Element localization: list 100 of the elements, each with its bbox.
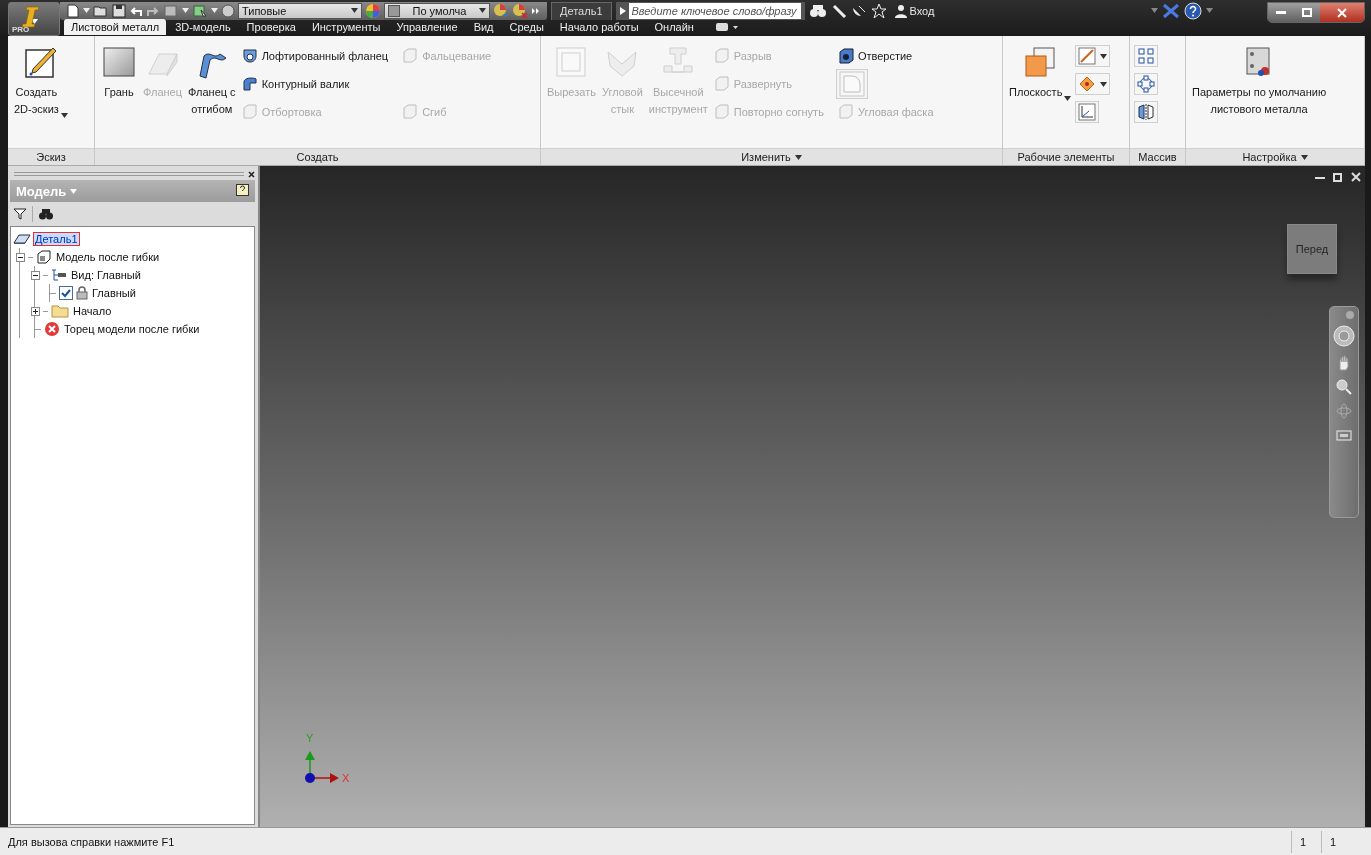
tool-button[interactable]: Лофтированный фланец <box>239 47 391 65</box>
search-icon[interactable] <box>808 3 827 18</box>
rectangular-pattern-icon <box>1137 47 1155 65</box>
pan-icon[interactable] <box>1336 355 1352 371</box>
save-icon[interactable] <box>112 3 126 18</box>
status-field: 1 <box>1291 830 1321 853</box>
color-wheel-icon[interactable] <box>365 2 381 19</box>
group-title: Создать <box>95 148 540 165</box>
panel-icon <box>101 44 137 80</box>
ribbon-tab[interactable]: Вид <box>466 19 501 35</box>
tree-item[interactable]: Начало <box>72 305 113 317</box>
minimize-button[interactable] <box>1268 3 1294 22</box>
style-dropdown[interactable]: Типовые <box>238 2 362 19</box>
tool-button[interactable]: Плоскость <box>1007 40 1074 105</box>
swatch-icon <box>388 4 400 17</box>
search-field[interactable]: Введите ключевое слово/фразу <box>628 2 801 19</box>
close-icon[interactable] <box>248 170 255 178</box>
help-menu-icon <box>1206 8 1213 13</box>
tool-icon <box>837 104 854 120</box>
lofted-flange-icon <box>241 48 258 64</box>
appearance-dropdown[interactable]: По умолча <box>384 2 490 19</box>
help-icon[interactable] <box>1184 1 1202 20</box>
appearance-adjust-icon[interactable] <box>493 2 509 19</box>
tool-icon <box>241 104 258 120</box>
tool-button[interactable]: Фланец с отгибом <box>186 40 238 122</box>
tool-button[interactable]: Параметры по умолчанию листового металла <box>1190 40 1329 122</box>
ribbon-tab[interactable]: Инструменты <box>304 19 388 35</box>
ribbon-tab[interactable]: Среды <box>502 19 551 35</box>
caret-icon <box>1100 81 1108 87</box>
icon-button[interactable] <box>1134 101 1158 123</box>
close-button[interactable] <box>1320 3 1364 22</box>
ribbon-tab[interactable]: Начало работы <box>552 19 646 35</box>
material-sphere-icon[interactable] <box>221 3 235 18</box>
sign-in-menu-icon <box>1151 8 1158 13</box>
tool-button[interactable]: Грань <box>99 40 139 105</box>
tree-item[interactable]: Главный <box>91 287 137 299</box>
collapse-icon[interactable] <box>16 252 25 262</box>
tool-icon <box>713 76 730 92</box>
checkbox[interactable] <box>59 286 73 300</box>
icon-button[interactable] <box>1134 73 1158 95</box>
axis-label: Y <box>306 732 314 744</box>
corner-round-icon <box>838 71 865 97</box>
icon-button[interactable] <box>1134 45 1158 67</box>
ribbon-tab[interactable]: Листовой металл <box>64 19 167 35</box>
caret-icon <box>794 154 802 160</box>
tool-button[interactable]: Создать 2D-эскиз <box>12 40 70 122</box>
ribbon-tab[interactable]: Онлайн <box>647 19 701 35</box>
caret-icon <box>479 8 486 13</box>
axis-label: X <box>342 772 350 784</box>
appearance-clear-icon[interactable] <box>512 2 528 19</box>
model-icon <box>36 250 52 264</box>
group-title: Эскиз <box>8 148 94 165</box>
filter-icon[interactable] <box>14 208 26 220</box>
more-icon[interactable] <box>531 6 541 15</box>
tool-button[interactable]: Контурный валик <box>239 75 352 93</box>
caret-icon <box>1064 96 1072 101</box>
panel-toggle-icon[interactable] <box>714 21 739 33</box>
tool-icon <box>713 48 730 64</box>
tree-item[interactable]: Вид: Главный <box>70 269 142 281</box>
find-icon[interactable] <box>39 208 53 220</box>
caret-icon <box>351 8 358 13</box>
folder-icon <box>51 304 69 318</box>
new-file-icon[interactable] <box>66 3 80 18</box>
icon-button[interactable] <box>1075 45 1111 67</box>
view-cube[interactable]: Перед <box>1287 224 1337 274</box>
update-icon[interactable] <box>163 3 179 18</box>
tree-item[interactable]: Деталь1 <box>34 233 79 245</box>
tree-item[interactable]: Модель после гибки <box>55 251 161 263</box>
ribbon-tab[interactable]: Управление <box>389 19 465 35</box>
expand-icon[interactable] <box>31 306 40 316</box>
ribbon-tab[interactable]: 3D-модель <box>168 19 238 35</box>
zoom-icon[interactable] <box>1336 379 1352 395</box>
exchange-icon[interactable] <box>1162 2 1180 19</box>
part-icon <box>13 233 31 245</box>
group-title[interactable]: Настройка <box>1186 148 1364 165</box>
application-button[interactable]: PRO <box>8 2 60 36</box>
tool-button[interactable]: Отверстие <box>835 47 915 65</box>
maximize-icon <box>1302 8 1312 17</box>
look-at-icon[interactable] <box>1336 427 1352 441</box>
contour-roll-icon <box>241 76 258 92</box>
caret-icon <box>1300 154 1308 160</box>
help-icon[interactable] <box>236 184 249 198</box>
select-icon[interactable] <box>192 3 208 18</box>
group-title: Рабочие элементы <box>1003 148 1129 165</box>
group-title[interactable]: Изменить <box>541 148 1002 165</box>
minimize-icon <box>1276 10 1286 15</box>
close-icon <box>1337 7 1347 18</box>
steering-wheel-icon[interactable] <box>1333 325 1355 347</box>
collapse-icon[interactable] <box>31 270 40 280</box>
restore-icon[interactable] <box>1333 172 1343 182</box>
ribbon-tab[interactable]: Проверка <box>239 19 303 35</box>
maximize-button[interactable] <box>1294 3 1320 22</box>
expand-arrow-icon[interactable] <box>619 6 626 15</box>
status-message: Для вызова справки нажмите F1 <box>8 835 176 848</box>
caret-icon <box>83 8 90 13</box>
icon-button[interactable] <box>1075 73 1111 95</box>
star-icon[interactable] <box>870 3 887 18</box>
tree-item[interactable]: Торец модели после гибки <box>63 323 201 335</box>
hole-icon <box>837 48 854 64</box>
sign-in-button[interactable]: Вход <box>890 3 939 18</box>
